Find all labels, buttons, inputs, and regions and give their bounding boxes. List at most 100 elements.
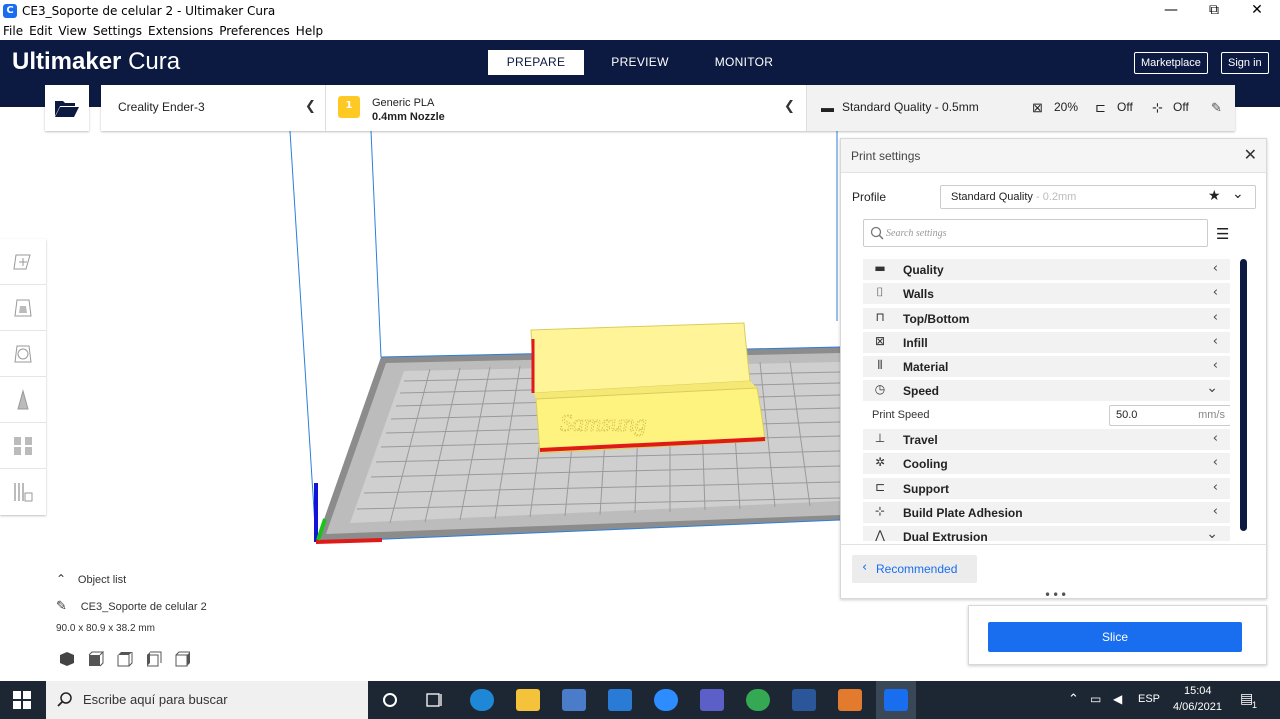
word-icon[interactable] — [792, 689, 816, 711]
close-window-button[interactable]: ✕ — [1237, 0, 1277, 21]
rotate-tool-button[interactable] — [0, 331, 46, 377]
slice-panel: Slice — [968, 605, 1267, 665]
network-icon[interactable]: ▭ — [1090, 692, 1101, 719]
category-material[interactable]: ⦀ Material ‹ — [863, 356, 1230, 378]
file-explorer-icon[interactable] — [516, 689, 540, 711]
search-input: Search settings — [886, 228, 947, 239]
support-icon: ⊏ — [874, 479, 886, 494]
tab-preview[interactable]: PREVIEW — [592, 50, 688, 75]
menu-view[interactable]: View — [58, 24, 86, 38]
category-infill[interactable]: ⊠ Infill ‹ — [863, 331, 1230, 353]
support-blocker-icon — [14, 483, 33, 502]
category-label: Top/Bottom — [903, 311, 970, 326]
printer-selector[interactable]: Creality Ender-3 ❮ — [101, 85, 326, 131]
cortana-icon[interactable] — [382, 692, 398, 708]
menu-extensions[interactable]: Extensions — [148, 24, 213, 38]
taskbar-search[interactable]: Escribe aquí para buscar — [46, 681, 368, 719]
view-right-icon[interactable] — [175, 651, 191, 667]
ultimaker-cura-logo: Ultimaker Cura — [12, 48, 180, 76]
category-build-plate-adhesion[interactable]: ⊹ Build Plate Adhesion ‹ — [863, 501, 1230, 523]
search-icon — [57, 692, 72, 707]
teams-icon[interactable] — [700, 689, 724, 711]
view-3d-icon[interactable] — [59, 651, 75, 667]
scale-tool-button[interactable] — [0, 285, 46, 331]
view-front-icon[interactable] — [88, 651, 104, 667]
printer-toolbar: Creality Ender-3 ❮ 1 Generic PLA 0.4mm N… — [101, 85, 1235, 131]
adhesion-value: Off — [1173, 100, 1189, 114]
object-name-row[interactable]: ✎ CE3_Soporte de celular 2 — [56, 599, 316, 614]
cura-taskbar-button[interactable] — [876, 681, 916, 719]
microsoft-store-icon[interactable] — [562, 689, 586, 711]
print-speed-input[interactable]: 50.0 mm/s — [1109, 404, 1230, 426]
panel-resize-handle[interactable]: ••• — [1044, 588, 1068, 602]
model-phone-stand[interactable]: Samsung — [530, 322, 766, 454]
view-top-icon[interactable] — [117, 651, 133, 667]
language-indicator[interactable]: ESP — [1138, 693, 1160, 719]
chevron-left-icon: ‹ — [1212, 261, 1218, 276]
recommended-button[interactable]: ‹ Recommended — [852, 555, 977, 583]
settings-visibility-menu-icon[interactable]: ☰ — [1216, 225, 1229, 243]
chevron-down-icon: ⌄ — [1206, 380, 1218, 397]
sign-in-button[interactable]: Sign in — [1221, 52, 1269, 74]
extruder-badge-icon: 1 — [338, 96, 360, 118]
chevron-up-icon[interactable]: ⌃ — [1068, 691, 1079, 719]
menu-preferences[interactable]: Preferences — [219, 24, 290, 38]
logo-light: Cura — [128, 48, 181, 75]
view-left-icon[interactable] — [146, 651, 162, 667]
move-tool-button[interactable] — [0, 239, 46, 285]
category-cooling[interactable]: ✲ Cooling ‹ — [863, 453, 1230, 475]
star-icon[interactable]: ★ — [1208, 188, 1221, 204]
search-settings-field[interactable]: Search settings — [863, 219, 1208, 247]
settings-scrollbar[interactable] — [1240, 259, 1247, 531]
per-model-settings-button[interactable] — [0, 423, 46, 469]
category-quality[interactable]: ▬ Quality ‹ — [863, 259, 1230, 280]
chevron-left-icon: ‹ — [1212, 309, 1218, 325]
taskbar-search-input: Escribe aquí para buscar — [83, 692, 228, 707]
windows-start-icon[interactable] — [13, 691, 31, 709]
app-f-icon[interactable] — [838, 689, 862, 711]
menu-help[interactable]: Help — [296, 24, 323, 38]
object-list-toggle[interactable]: ⌃ Object list — [56, 572, 126, 586]
setting-print-speed: Print Speed 50.0 mm/s — [863, 404, 1230, 426]
pencil-icon[interactable]: ✎ — [1211, 100, 1222, 116]
object-name: CE3_Soporte de celular 2 — [80, 601, 207, 613]
travel-icon: ⊥ — [874, 431, 886, 446]
marketplace-button[interactable]: Marketplace — [1134, 52, 1208, 74]
rotate-icon — [14, 345, 32, 362]
open-file-button[interactable] — [45, 85, 89, 131]
slice-button[interactable]: Slice — [988, 622, 1242, 652]
restore-button[interactable]: ⧉ — [1194, 0, 1234, 21]
edge-icon[interactable] — [470, 689, 494, 711]
print-settings-header: Print settings ✕ — [841, 139, 1266, 173]
menu-edit[interactable]: Edit — [29, 24, 52, 38]
mirror-tool-button[interactable] — [0, 377, 46, 423]
clock-date[interactable]: 4/06/2021 — [1173, 701, 1222, 719]
quality-icon: ▬ — [821, 100, 834, 115]
material-selector[interactable]: 1 Generic PLA 0.4mm Nozzle ❮ — [326, 85, 807, 131]
volume-icon[interactable]: ◀ — [1113, 692, 1122, 719]
menu-file[interactable]: File — [3, 24, 23, 38]
support-blocker-button[interactable] — [0, 469, 46, 515]
category-support[interactable]: ⊏ Support ‹ — [863, 477, 1230, 499]
material-name: Generic PLA — [372, 97, 435, 109]
pencil-icon: ✎ — [56, 599, 67, 614]
windows-taskbar: Escribe aquí para buscar ⌃ ▭ ◀ ESP 15:04… — [0, 681, 1280, 719]
category-walls[interactable]: ⌷ Walls ‹ — [863, 283, 1230, 305]
close-icon[interactable]: ✕ — [1244, 145, 1257, 164]
zoom-icon[interactable] — [654, 689, 678, 711]
task-view-icon[interactable] — [425, 692, 443, 708]
minimize-button[interactable]: — — [1151, 0, 1191, 21]
category-top-bottom[interactable]: ⊓ Top/Bottom ‹ — [863, 307, 1230, 329]
tab-monitor[interactable]: MONITOR — [696, 50, 792, 75]
print-settings-title: Print settings — [851, 149, 921, 163]
print-settings-summary[interactable]: ▬ Standard Quality - 0.5mm ⊠ 20% ⊏ Off ⊹… — [807, 85, 1235, 131]
category-dual-extrusion[interactable]: ⋀ Dual Extrusion ⌄ — [863, 526, 1230, 541]
print-speed-value: 50.0 — [1116, 408, 1138, 421]
category-speed[interactable]: ◷ Speed ⌄ — [863, 380, 1230, 402]
chrome-icon[interactable] — [746, 689, 770, 711]
category-travel[interactable]: ⊥ Travel ‹ — [863, 429, 1230, 451]
menu-settings[interactable]: Settings — [93, 24, 142, 38]
profile-dropdown[interactable]: Standard Quality - 0.2mm ★ ⌄ — [940, 185, 1256, 209]
mail-icon[interactable] — [608, 689, 632, 711]
tab-prepare[interactable]: PREPARE — [488, 50, 584, 75]
